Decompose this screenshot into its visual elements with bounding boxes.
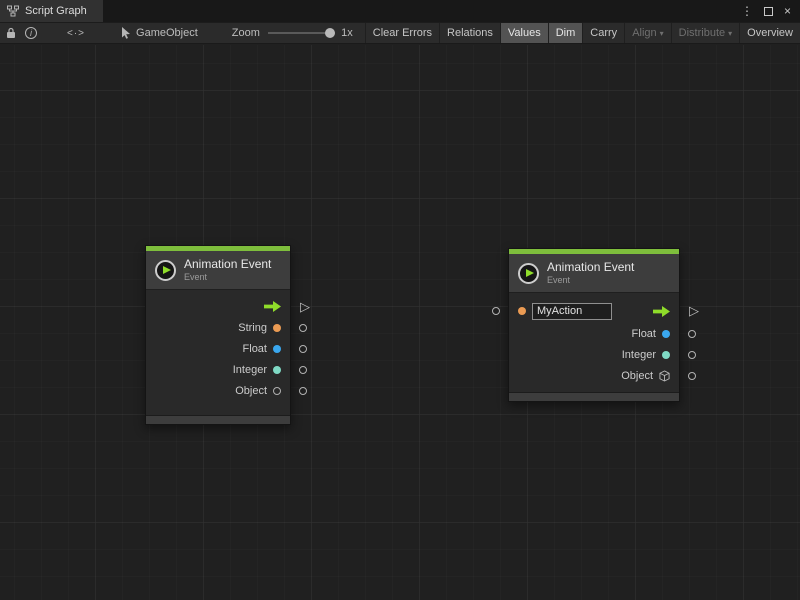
window-controls: ⋮ × bbox=[741, 0, 800, 22]
port-label: Float bbox=[243, 343, 267, 355]
integer-type-dot bbox=[273, 366, 281, 374]
zoom-label: Zoom bbox=[232, 27, 260, 39]
string-type-dot bbox=[518, 307, 526, 315]
flow-output-port[interactable]: ▷ bbox=[689, 304, 699, 317]
align-label: Align bbox=[632, 27, 656, 39]
gameobject-label: GameObject bbox=[136, 27, 198, 39]
port-label: Integer bbox=[622, 349, 656, 361]
action-input-port[interactable] bbox=[492, 307, 500, 315]
align-button: Align ▾ bbox=[624, 23, 670, 43]
output-row-object: Object bbox=[509, 365, 679, 386]
port-label: String bbox=[238, 322, 267, 334]
values-button[interactable]: Values bbox=[500, 23, 548, 43]
port-label: Object bbox=[621, 370, 653, 382]
zoom-slider-handle[interactable] bbox=[325, 28, 335, 38]
node-animation-event-1[interactable]: Animation Event Event ▷ String Floa bbox=[145, 245, 291, 425]
action-value-field[interactable] bbox=[532, 303, 612, 320]
node-footer bbox=[509, 392, 679, 401]
dropdown-arrow-icon: ▾ bbox=[728, 29, 732, 38]
output-row-float: Float bbox=[146, 338, 290, 359]
flow-arrow-icon bbox=[264, 301, 281, 312]
output-port-object[interactable] bbox=[688, 372, 696, 380]
lock-icon[interactable] bbox=[6, 27, 16, 39]
event-icon bbox=[155, 260, 176, 281]
node-subtitle: Event bbox=[184, 272, 271, 283]
tab-label: Script Graph bbox=[25, 5, 87, 17]
zoom-value: 1x bbox=[341, 27, 353, 39]
port-label: Integer bbox=[233, 364, 267, 376]
toolbar-buttons: Clear Errors Relations Values Dim Carry … bbox=[365, 23, 800, 43]
float-type-dot bbox=[273, 345, 281, 353]
object-cube-icon bbox=[659, 370, 670, 382]
output-row-integer: Integer bbox=[146, 359, 290, 380]
distribute-label: Distribute bbox=[679, 27, 725, 39]
overview-button[interactable]: Overview bbox=[739, 23, 800, 43]
node-animation-event-2[interactable]: Animation Event Event ▷ Float bbox=[508, 248, 680, 402]
code-icon[interactable]: <·> bbox=[67, 28, 85, 39]
carry-button[interactable]: Carry bbox=[582, 23, 624, 43]
float-type-dot bbox=[662, 330, 670, 338]
node-body: ▷ String Float Integer bbox=[146, 290, 290, 415]
flow-output-row: ▷ bbox=[146, 296, 290, 317]
relations-button[interactable]: Relations bbox=[439, 23, 500, 43]
output-port-float[interactable] bbox=[688, 330, 696, 338]
string-type-dot bbox=[273, 324, 281, 332]
output-row-string: String bbox=[146, 317, 290, 338]
dim-button[interactable]: Dim bbox=[548, 23, 583, 43]
flow-output-port[interactable]: ▷ bbox=[300, 300, 310, 313]
flow-arrow-icon bbox=[653, 306, 670, 317]
integer-type-dot bbox=[662, 351, 670, 359]
graph-canvas[interactable]: Animation Event Event ▷ String Floa bbox=[0, 45, 800, 600]
output-row-float: Float bbox=[509, 323, 679, 344]
output-port-string[interactable] bbox=[299, 324, 307, 332]
object-type-dot bbox=[273, 387, 281, 395]
info-icon[interactable]: i bbox=[25, 27, 37, 39]
output-port-integer[interactable] bbox=[299, 366, 307, 374]
clear-errors-button[interactable]: Clear Errors bbox=[365, 23, 439, 43]
node-title: Animation Event bbox=[184, 257, 271, 271]
node-body: ▷ Float Integer Object bbox=[509, 293, 679, 392]
output-port-float[interactable] bbox=[299, 345, 307, 353]
graph-toolbar: i <·> GameObject Zoom 1x Clear Errors Re… bbox=[0, 22, 800, 44]
event-icon bbox=[518, 263, 539, 284]
unity-script-graph-window: Script Graph ⋮ × i <·> GameObject Zo bbox=[0, 0, 800, 600]
port-label: Float bbox=[632, 328, 656, 340]
action-input-row: ▷ bbox=[509, 299, 679, 323]
distribute-button: Distribute ▾ bbox=[671, 23, 739, 43]
script-graph-icon bbox=[7, 5, 19, 17]
gameobject-icon bbox=[121, 27, 131, 39]
output-row-object: Object bbox=[146, 380, 290, 401]
node-subtitle: Event bbox=[547, 275, 634, 286]
output-port-integer[interactable] bbox=[688, 351, 696, 359]
tab-bar-spacer bbox=[103, 0, 741, 22]
tab-bar: Script Graph ⋮ × bbox=[0, 0, 800, 22]
gameobject-context[interactable]: GameObject bbox=[121, 27, 198, 39]
port-label: Object bbox=[235, 385, 267, 397]
zoom-slider[interactable] bbox=[268, 27, 335, 39]
output-port-object[interactable] bbox=[299, 387, 307, 395]
output-row-integer: Integer bbox=[509, 344, 679, 365]
node-title: Animation Event bbox=[547, 260, 634, 274]
tab-script-graph[interactable]: Script Graph bbox=[0, 0, 103, 22]
close-icon[interactable]: × bbox=[784, 5, 791, 17]
maximize-icon[interactable] bbox=[764, 7, 773, 16]
node-footer bbox=[146, 415, 290, 424]
node-header[interactable]: Animation Event Event bbox=[509, 254, 679, 293]
window-menu-icon[interactable]: ⋮ bbox=[741, 5, 753, 17]
dropdown-arrow-icon: ▾ bbox=[660, 29, 664, 38]
node-header[interactable]: Animation Event Event bbox=[146, 251, 290, 290]
